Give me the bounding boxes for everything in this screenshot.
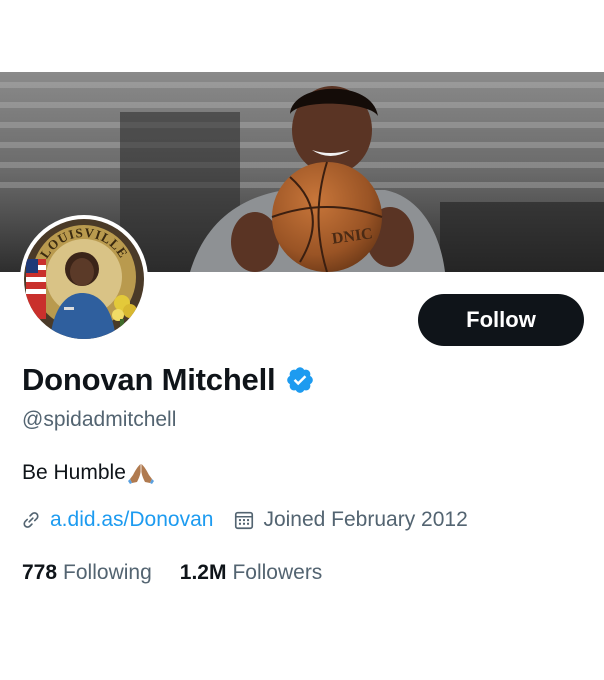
profile-stats: 778 Following 1.2M Followers <box>22 561 322 585</box>
avatar[interactable]: LOUISVILLE <box>20 215 148 343</box>
joined-date: Joined February 2012 <box>233 508 468 532</box>
following-count: 778 <box>22 561 58 584</box>
display-name: Donovan Mitchell <box>22 362 276 397</box>
profile-meta: a.did.as/Donovan Joined February 2012 <box>20 508 468 532</box>
following-label: Following <box>63 561 152 584</box>
profile-link[interactable]: a.did.as/Donovan <box>20 508 213 532</box>
follow-button[interactable]: Follow <box>418 294 584 346</box>
followers-count: 1.2M <box>179 561 227 584</box>
avatar-photo: LOUISVILLE <box>24 219 144 339</box>
calendar-icon <box>235 511 254 530</box>
joined-text: Joined February 2012 <box>263 508 468 531</box>
bio-text: Be Humble <box>22 461 126 484</box>
profile-link-text[interactable]: a.did.as/Donovan <box>50 508 213 532</box>
folded-hands-emoji <box>127 464 154 484</box>
link-icon <box>23 512 39 528</box>
top-whitespace <box>0 0 604 72</box>
profile-bio: Be Humble <box>22 460 154 486</box>
profile-handle: @spidadmitchell <box>22 408 177 431</box>
following-stat[interactable]: 778 Following <box>22 561 152 585</box>
followers-label: Followers <box>232 561 323 584</box>
followers-stat[interactable]: 1.2M Followers <box>180 561 323 585</box>
name-row: Donovan Mitchell <box>22 362 315 398</box>
verified-badge-icon[interactable] <box>285 365 315 395</box>
